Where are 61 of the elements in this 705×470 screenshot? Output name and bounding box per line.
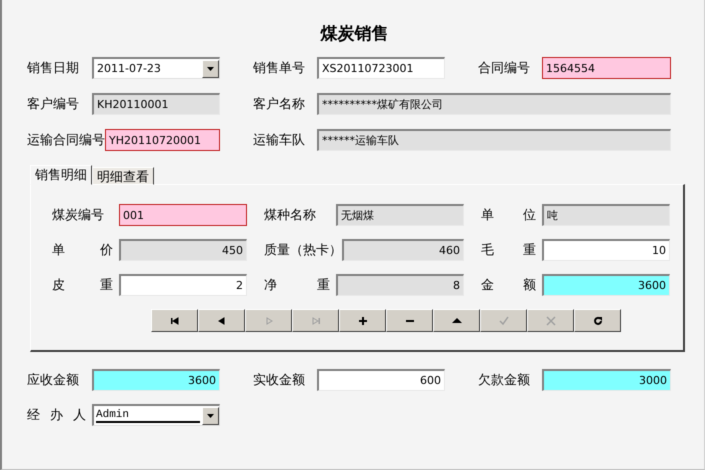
field-label: 运输合同编号 [27, 132, 105, 149]
input-field[interactable]: 3000 [542, 369, 671, 391]
first-record-icon [168, 316, 180, 326]
window-title: 煤炭销售 [319, 23, 390, 45]
input-field[interactable]: YH20110720001 [105, 129, 220, 151]
input-field[interactable]: XS20110723001 [317, 57, 445, 79]
plus-icon [356, 316, 368, 326]
field-label: 单 价 [52, 242, 114, 259]
input-field[interactable]: 001 [119, 204, 247, 226]
input-field[interactable]: 1564554 [542, 57, 671, 79]
dropdown-field[interactable]: Admin [92, 404, 220, 426]
tab[interactable]: 销售明细 [30, 165, 92, 185]
input-field: 460 [342, 239, 464, 261]
field-label: 净 重 [264, 277, 331, 294]
field-label: 销售日期 [27, 60, 80, 77]
navigator-button[interactable] [339, 309, 386, 332]
date-field[interactable]: 2011-07-23 [92, 57, 220, 79]
input-field: ******运输车队 [317, 129, 671, 151]
dropdown-button[interactable] [202, 406, 219, 424]
navigator-button[interactable] [433, 309, 480, 332]
input-field[interactable]: 3600 [92, 369, 220, 391]
input-field[interactable]: 10 [542, 239, 670, 261]
input-field: 450 [119, 239, 247, 261]
tab[interactable]: 明细查看 [92, 167, 154, 185]
dropdown-button[interactable] [202, 60, 219, 78]
up-triangle-icon [450, 316, 462, 326]
input-field[interactable]: 3600 [542, 274, 670, 296]
field-label: 质量（热卡） [264, 242, 342, 259]
field-label: 销售单号 [253, 60, 306, 77]
navigator-button[interactable] [198, 309, 245, 332]
field-label: 经 办 人 [27, 407, 87, 424]
field-label: 煤炭编号 [52, 207, 105, 224]
dropdown-arrow-icon [207, 66, 214, 70]
input-field[interactable]: 2 [119, 274, 247, 296]
field-label: 实收金额 [253, 372, 306, 389]
input-field: 8 [336, 274, 464, 296]
navigator-button[interactable] [151, 309, 198, 332]
field-label: 合同编号 [478, 60, 531, 77]
field-label: 煤种名称 [264, 207, 317, 224]
refresh-icon [592, 316, 604, 326]
check-icon [498, 316, 510, 326]
field-label: 皮 重 [52, 277, 114, 294]
field-label: 客户编号 [27, 96, 80, 113]
field-label: 单 位 [481, 207, 537, 224]
cross-icon [544, 316, 556, 326]
field-label: 应收金额 [27, 372, 80, 389]
input-field: 吨 [542, 204, 670, 226]
input-field: 无烟煤 [336, 204, 464, 226]
input-field: **********煤矿有限公司 [317, 93, 671, 115]
navigator-button[interactable] [386, 309, 433, 332]
dropdown-arrow-icon [207, 414, 214, 418]
field-label: 客户名称 [253, 96, 306, 113]
input-field[interactable]: 600 [317, 369, 445, 391]
field-label: 欠款金额 [478, 372, 531, 389]
previous-icon [216, 316, 228, 326]
last-record-icon [310, 316, 322, 326]
field-label: 运输车队 [253, 132, 306, 149]
navigator-button[interactable] [574, 309, 621, 332]
field-label: 毛 重 [481, 242, 537, 259]
field-label: 金 额 [481, 277, 537, 294]
input-field: KH20110001 [92, 93, 220, 115]
